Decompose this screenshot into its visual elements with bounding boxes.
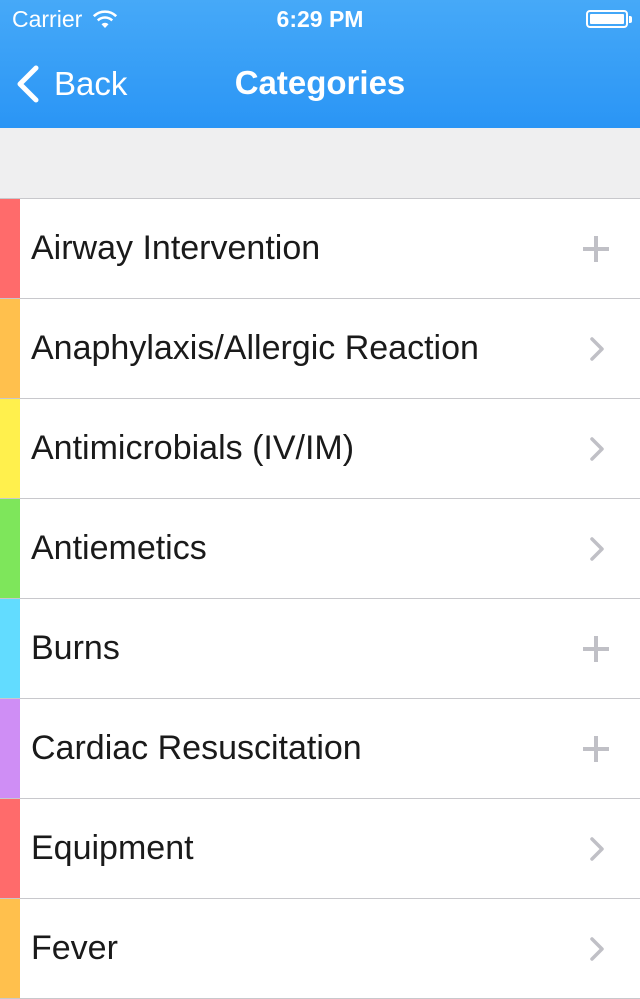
- plus-icon: [583, 235, 609, 262]
- category-color-bar: [0, 799, 20, 898]
- category-row[interactable]: Fever: [0, 899, 640, 999]
- category-row[interactable]: Airway Intervention: [0, 199, 640, 299]
- chevron-right-icon: [590, 336, 604, 361]
- category-row[interactable]: Antimicrobials (IV/IM): [0, 399, 640, 499]
- status-time: 6:29 PM: [276, 6, 364, 32]
- category-row[interactable]: Cardiac Resuscitation: [0, 699, 640, 799]
- category-color-bar: [0, 199, 20, 298]
- category-label: Equipment: [31, 829, 194, 867]
- category-color-bar: [0, 899, 20, 998]
- chevron-right-icon: [590, 536, 604, 561]
- category-label: Fever: [31, 929, 118, 967]
- plus-icon: [583, 735, 609, 762]
- category-row[interactable]: Equipment: [0, 799, 640, 899]
- category-label: Airway Intervention: [31, 229, 321, 267]
- navigation-bar: Carrier 6:29 PM Back Categories: [0, 0, 640, 128]
- category-row[interactable]: Burns: [0, 599, 640, 699]
- category-label: Antiemetics: [31, 529, 207, 567]
- chevron-right-icon: [590, 436, 604, 461]
- chevron-right-icon: [590, 936, 604, 961]
- category-label: Cardiac Resuscitation: [31, 729, 362, 767]
- category-list: Airway Intervention Anaphylaxis/Allergic …: [0, 198, 640, 999]
- category-color-bar: [0, 399, 20, 498]
- category-label: Anaphylaxis/Allergic Reaction: [31, 329, 479, 367]
- category-label: Antimicrobials (IV/IM): [31, 429, 355, 467]
- category-label: Burns: [31, 629, 120, 667]
- section-header-spacer: [0, 128, 640, 198]
- category-color-bar: [0, 699, 20, 798]
- category-row[interactable]: Anaphylaxis/Allergic Reaction: [0, 299, 640, 399]
- category-row[interactable]: Antiemetics: [0, 499, 640, 599]
- battery-icon: [586, 10, 632, 28]
- page-title: Categories: [234, 64, 406, 101]
- chevron-right-icon: [590, 836, 604, 861]
- category-color-bar: [0, 299, 20, 398]
- category-color-bar: [0, 599, 20, 698]
- plus-icon: [583, 635, 609, 662]
- category-color-bar: [0, 499, 20, 598]
- status-bar: Carrier 6:29 PM: [0, 0, 640, 40]
